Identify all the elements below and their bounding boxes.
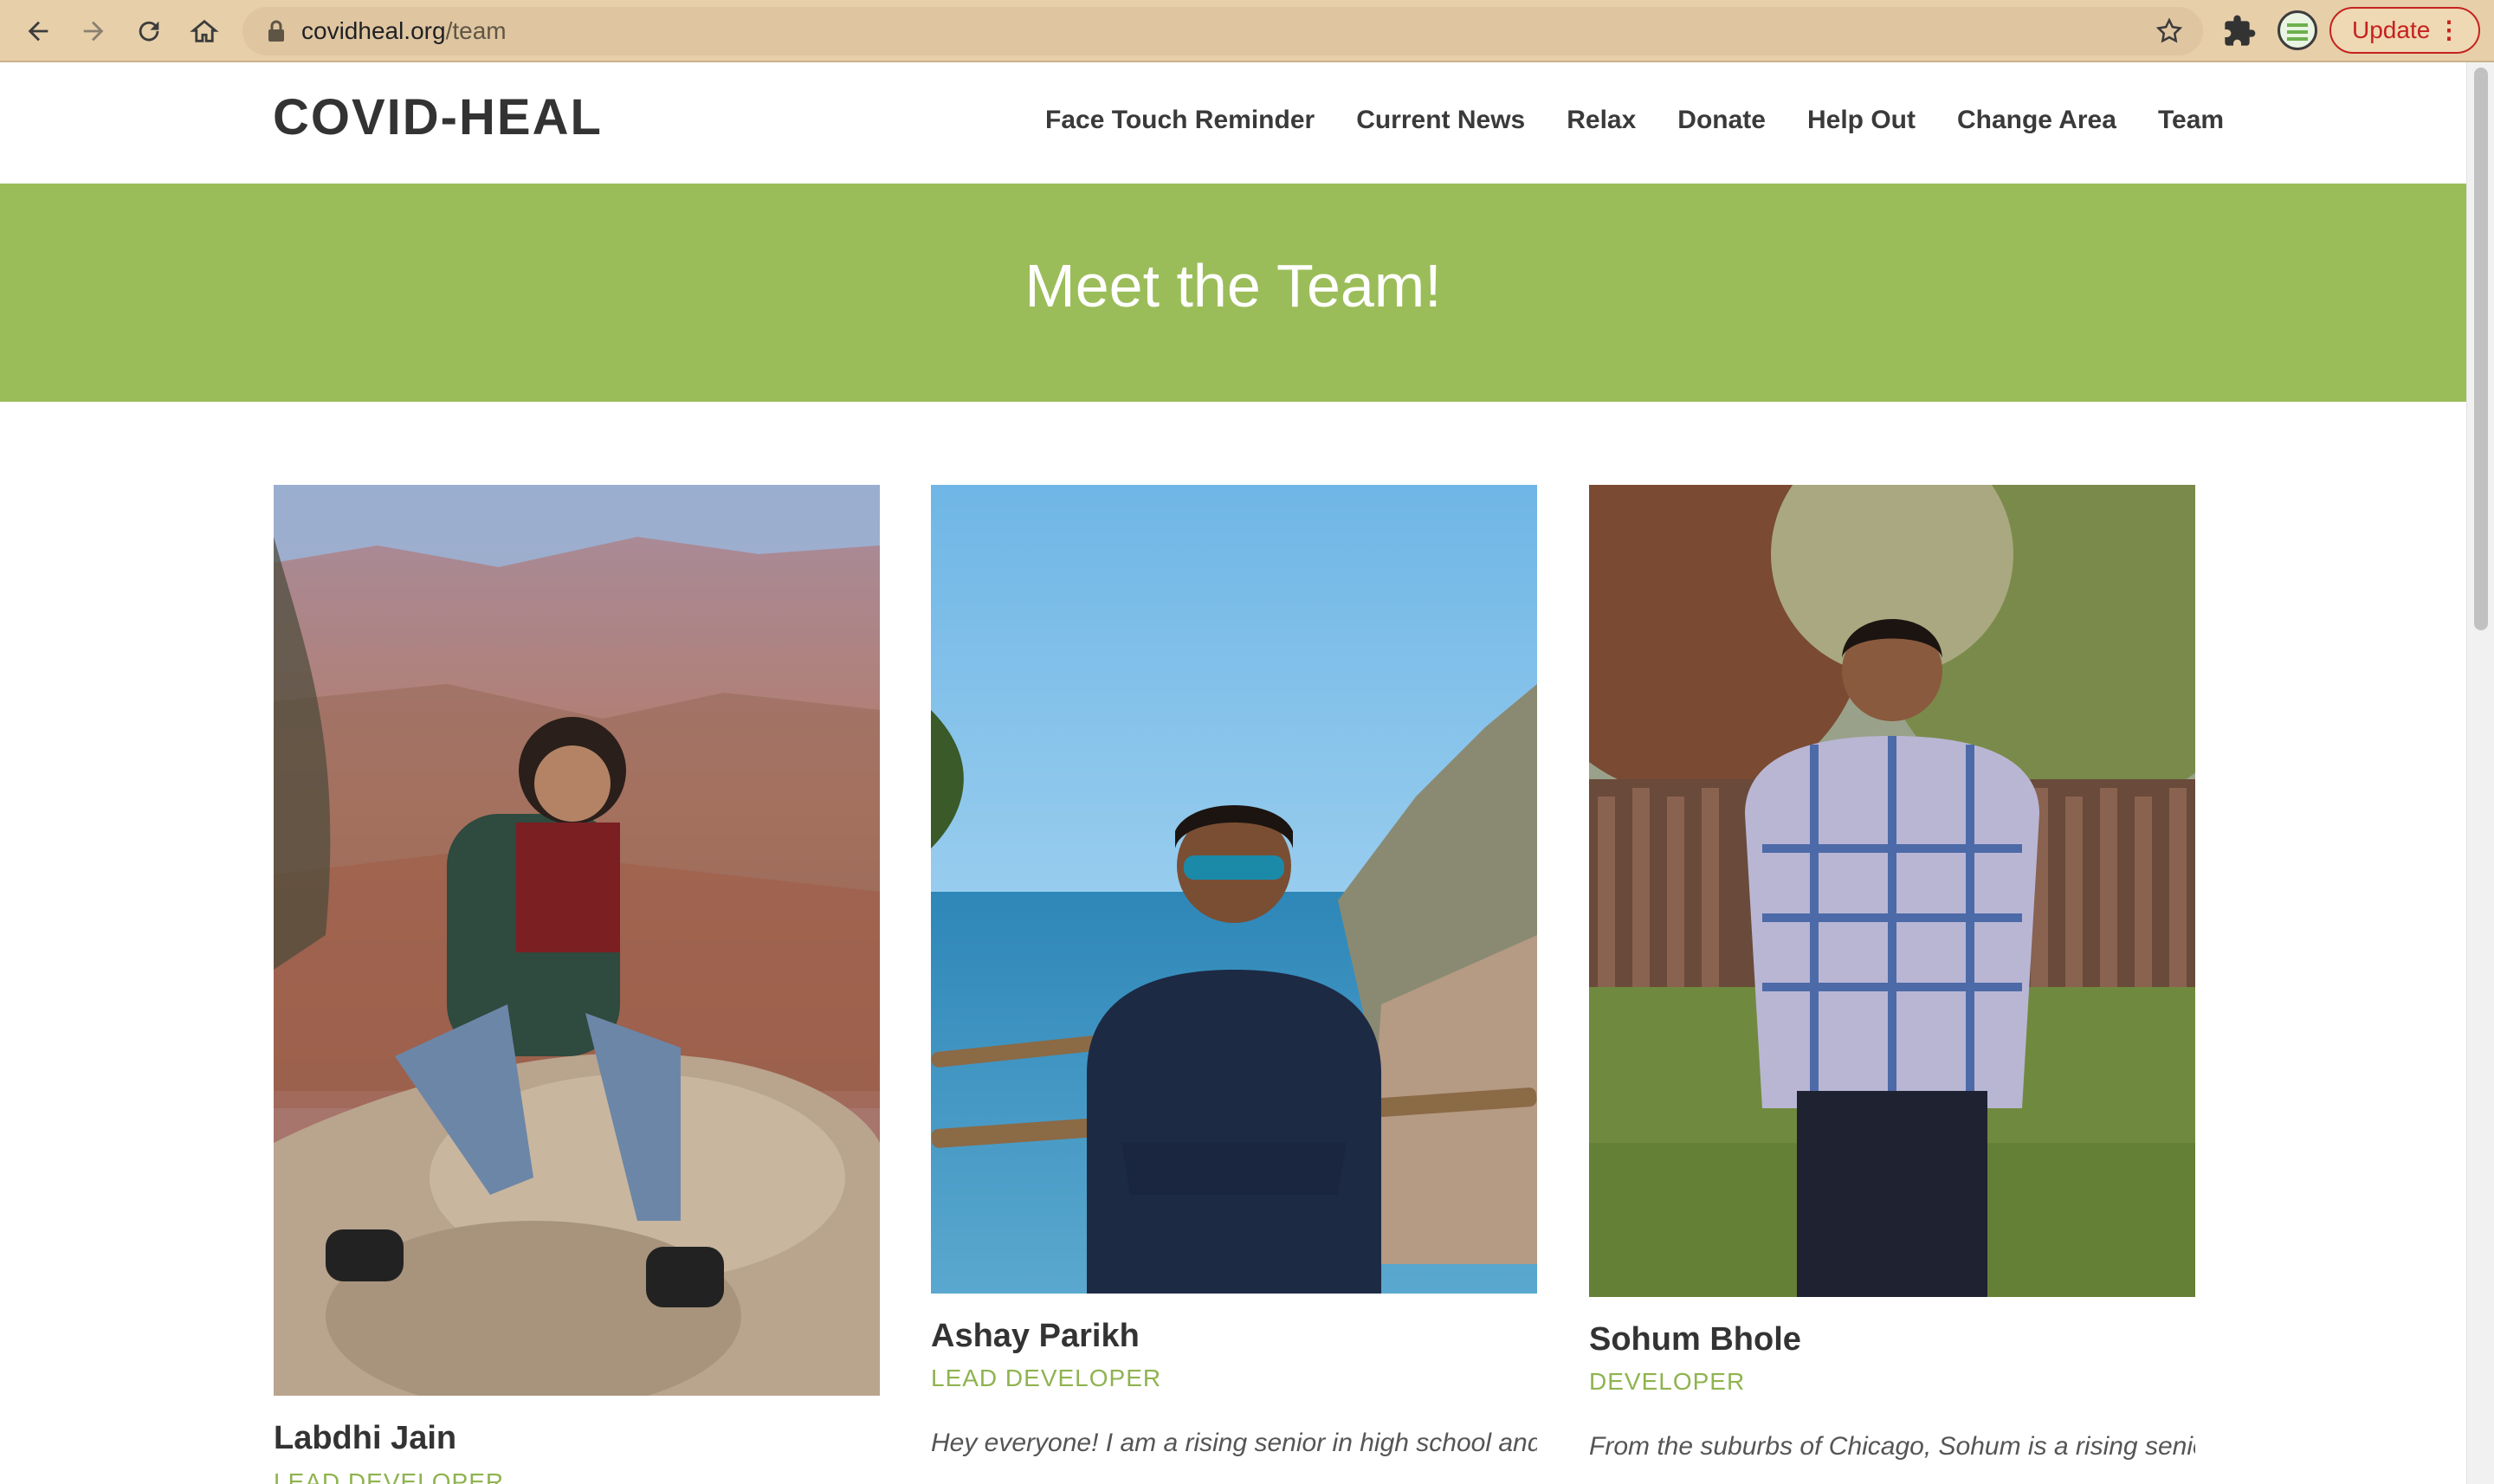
home-icon[interactable] — [185, 12, 223, 50]
site-header: COVID-HEAL Face Touch Reminder Current N… — [0, 62, 2466, 184]
address-bar[interactable]: covidheal.org/team — [242, 7, 2203, 55]
profile-avatar[interactable] — [2278, 10, 2317, 50]
scrollbar-thumb[interactable] — [2474, 68, 2488, 630]
main-nav: Face Touch Reminder Current News Relax D… — [1045, 106, 2224, 135]
url-text: covidheal.org/team — [301, 17, 507, 44]
nav-relax[interactable]: Relax — [1567, 106, 1636, 135]
member-name: Sohum Bhole — [1589, 1321, 1801, 1358]
back-icon[interactable] — [19, 12, 57, 50]
nav-team[interactable]: Team — [2158, 106, 2224, 135]
browser-toolbar: covidheal.org/team Update ⋮ — [0, 0, 2494, 62]
update-button[interactable]: Update ⋮ — [2329, 7, 2480, 54]
nav-donate[interactable]: Donate — [1677, 106, 1766, 135]
member-photo — [931, 485, 1537, 1294]
forward-icon[interactable] — [74, 12, 113, 50]
member-bio: From the suburbs of Chicago, Sohum is a … — [1589, 1432, 2195, 1461]
nav-help-out[interactable]: Help Out — [1807, 106, 1916, 135]
member-role: DEVELOPER — [1589, 1368, 1746, 1395]
hero-banner: Meet the Team! — [0, 184, 2466, 402]
page-title: Meet the Team! — [1024, 252, 1442, 319]
extensions-puzzle-icon[interactable] — [2222, 14, 2257, 48]
nav-change-area[interactable]: Change Area — [1957, 106, 2116, 135]
kebab-menu-icon[interactable]: ⋮ — [2437, 9, 2461, 52]
member-photo — [274, 485, 880, 1396]
nav-current-news[interactable]: Current News — [1356, 106, 1525, 135]
nav-face-touch-reminder[interactable]: Face Touch Reminder — [1045, 106, 1315, 135]
lock-icon — [268, 20, 284, 42]
member-bio: Hey everyone! I am a rising senior in hi… — [931, 1429, 1537, 1457]
member-name: Labdhi Jain — [274, 1420, 457, 1456]
member-photo — [1589, 485, 2195, 1297]
update-label: Update — [2352, 16, 2431, 43]
bookmark-star-icon[interactable] — [2155, 16, 2184, 46]
site-logo[interactable]: COVID-HEAL — [273, 88, 603, 146]
page-scrollbar[interactable] — [2466, 62, 2494, 1484]
member-role: LEAD DEVELOPER — [931, 1365, 1162, 1391]
member-name: Ashay Parikh — [931, 1318, 1140, 1354]
member-role: LEAD DEVELOPER — [274, 1468, 505, 1484]
reload-icon[interactable] — [130, 12, 168, 50]
